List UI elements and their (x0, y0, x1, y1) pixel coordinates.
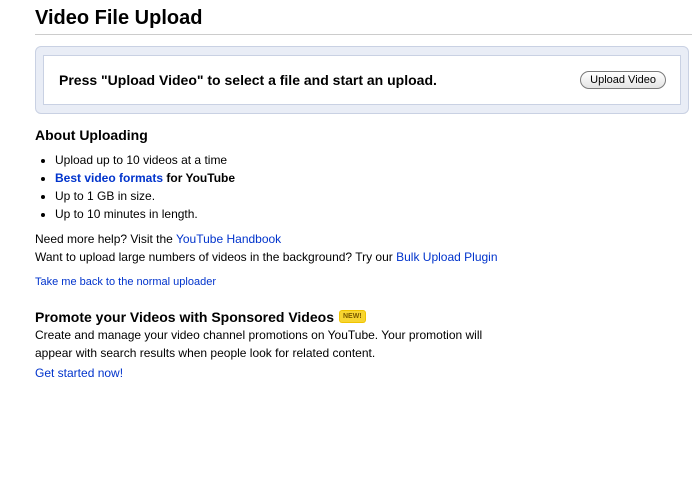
help-text: Need more help? Visit the (35, 232, 176, 246)
list-item-text: Up to 10 minutes in length. (55, 207, 198, 221)
youtube-handbook-link[interactable]: YouTube Handbook (176, 232, 281, 246)
normal-uploader-link[interactable]: Take me back to the normal uploader (35, 274, 692, 290)
upload-page: Video File Upload Press "Upload Video" t… (35, 6, 692, 382)
upload-video-button[interactable]: Upload Video (580, 71, 666, 89)
page-title: Video File Upload (35, 6, 692, 35)
upload-panel-inner: Press "Upload Video" to select a file an… (43, 55, 681, 105)
about-uploading-list: Upload up to 10 videos at a time Best vi… (35, 151, 692, 223)
list-item-text: Up to 1 GB in size. (55, 189, 156, 203)
help-block: Need more help? Visit the YouTube Handbo… (35, 230, 692, 266)
help-line: Need more help? Visit the YouTube Handbo… (35, 230, 692, 248)
bulk-upload-plugin-link[interactable]: Bulk Upload Plugin (396, 250, 497, 264)
get-started-link[interactable]: Get started now! (35, 364, 692, 382)
about-uploading-heading: About Uploading (35, 127, 148, 143)
promo-description: Create and manage your video channel pro… (35, 328, 483, 360)
upload-prompt: Press "Upload Video" to select a file an… (59, 72, 437, 88)
bulk-upload-line: Want to upload large numbers of videos i… (35, 248, 692, 266)
promo-heading: Promote your Videos with Sponsored Video… (35, 308, 692, 326)
list-item: Up to 1 GB in size. (55, 187, 692, 205)
promo-heading-text: Promote your Videos with Sponsored Video… (35, 309, 334, 325)
list-item: Up to 10 minutes in length. (55, 205, 692, 223)
new-badge-icon: NEW! (339, 310, 365, 322)
list-item-text: for YouTube (163, 171, 236, 185)
upload-panel: Press "Upload Video" to select a file an… (35, 46, 689, 114)
list-item: Best video formats for YouTube (55, 169, 692, 187)
list-item-text: Upload up to 10 videos at a time (55, 153, 228, 167)
list-item: Upload up to 10 videos at a time (55, 151, 692, 169)
bulk-upload-text: Want to upload large numbers of videos i… (35, 250, 397, 264)
best-video-formats-link[interactable]: Best video formats (55, 171, 163, 185)
